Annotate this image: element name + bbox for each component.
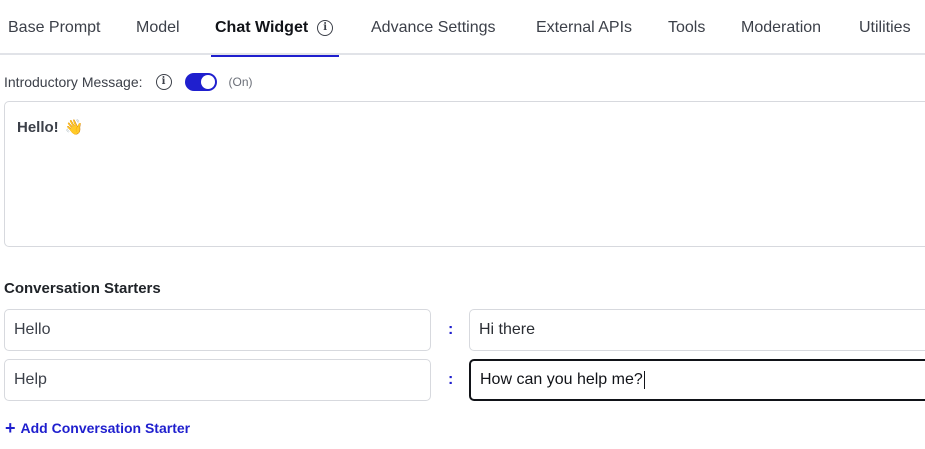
intro-message-row: Introductory Message: i (On) [4, 70, 253, 94]
tab-external-apis[interactable]: External APIs [536, 0, 632, 55]
tab-label: Model [136, 18, 180, 36]
starter-value-input[interactable]: Hi there [469, 309, 925, 351]
tab-label: Base Prompt [8, 18, 101, 36]
starter-value-text: How can you help me? [480, 371, 643, 388]
tab-label: Moderation [741, 18, 822, 36]
toggle-state-text: (On) [228, 75, 253, 89]
tab-label: Advance Settings [371, 18, 496, 36]
chat-widget-settings: Base Prompt Model Chat Widget i Advance … [0, 0, 925, 449]
tab-label: External APIs [536, 18, 633, 36]
tab-label: Chat Widget [215, 18, 309, 36]
starter-key-value: Hello [14, 321, 51, 338]
info-icon[interactable]: i [317, 19, 334, 36]
tab-tools[interactable]: Tools [668, 0, 705, 55]
plus-icon: + [5, 418, 16, 438]
text-caret [643, 371, 645, 389]
settings-tabs: Base Prompt Model Chat Widget i Advance … [0, 0, 925, 57]
tab-label: Tools [668, 18, 706, 36]
starter-separator: : [448, 321, 454, 338]
tab-base-prompt[interactable]: Base Prompt [8, 0, 100, 55]
starter-separator: : [448, 371, 454, 388]
intro-message-content: Hello! [17, 118, 59, 136]
add-conversation-starter-button[interactable]: + Add Conversation Starter [5, 418, 190, 438]
toggle-knob [200, 75, 215, 89]
tab-utilities[interactable]: Utilities [859, 0, 911, 55]
starter-key-input[interactable]: Help [4, 359, 431, 401]
tab-moderation[interactable]: Moderation [741, 0, 821, 55]
tab-model[interactable]: Model [136, 0, 180, 55]
starter-value-input[interactable]: How can you help me? [469, 359, 925, 401]
intro-message-text: Hello! 👋 [17, 118, 925, 137]
intro-message-toggle[interactable] [184, 73, 217, 91]
starter-key-input[interactable]: Hello [4, 309, 431, 351]
conversation-starters-title: Conversation Starters [4, 280, 161, 297]
add-starter-label: Add Conversation Starter [20, 420, 191, 436]
intro-message-editor[interactable]: Hello! 👋 [4, 101, 925, 247]
waving-hand-icon: 👋 [64, 119, 84, 136]
tab-label: Utilities [859, 18, 911, 36]
intro-message-label: Introductory Message: [4, 74, 143, 90]
tab-chat-widget[interactable]: Chat Widget i [210, 0, 340, 57]
starter-value-text: Hi there [479, 321, 536, 338]
tab-advance-settings[interactable]: Advance Settings [371, 0, 496, 55]
starter-key-value: Help [14, 371, 47, 388]
info-icon[interactable]: i [155, 74, 172, 90]
